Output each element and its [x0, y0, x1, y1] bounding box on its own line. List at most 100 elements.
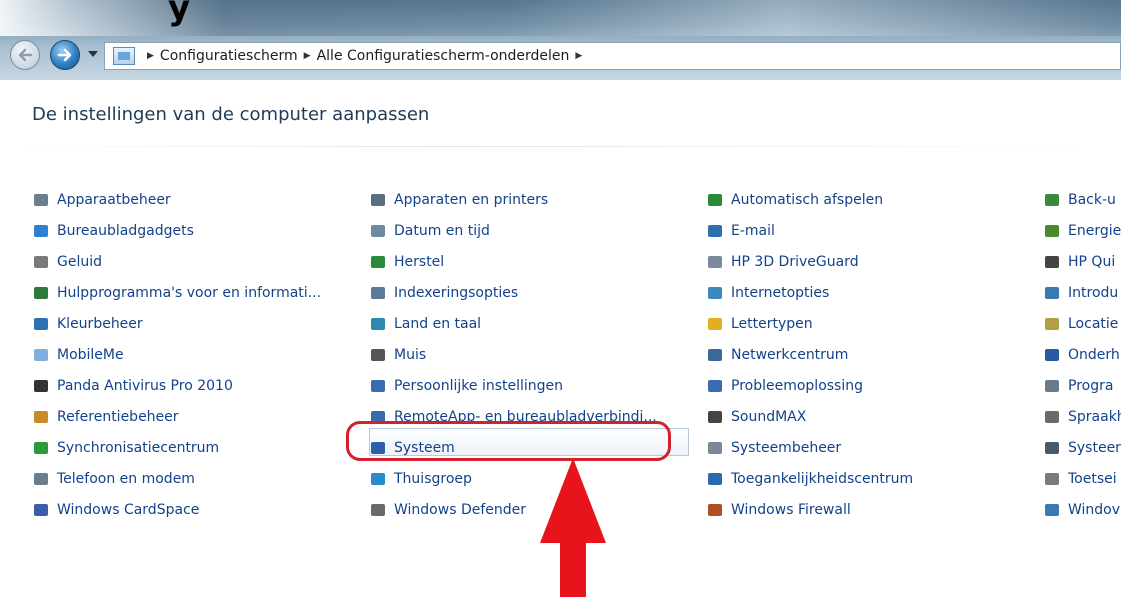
region-language-icon	[369, 316, 387, 332]
backup-icon	[1043, 192, 1061, 208]
control-panel-item[interactable]: Thuisgroep	[369, 463, 657, 494]
control-panel-item-label: Locatie	[1068, 315, 1119, 332]
control-panel-item-label: Toetsei	[1068, 470, 1117, 487]
control-panel-item[interactable]: Spraakh	[1043, 401, 1121, 432]
control-panel-item-label: Muis	[394, 346, 427, 363]
control-panel-item[interactable]: Synchronisatiecentrum	[32, 432, 321, 463]
control-panel-item[interactable]: Introdu	[1043, 277, 1121, 308]
recent-pages-dropdown[interactable]	[88, 51, 98, 57]
items-column-3: Automatisch afspelen E-mail HP 3D DriveGua…	[706, 184, 913, 525]
control-panel-item-label: Probleemoplossing	[731, 377, 863, 394]
items-column-1: Apparaatbeheer Bureaubladgadgets Geluid Hul…	[32, 184, 321, 525]
control-panel-item[interactable]: Systeembeheer	[706, 432, 913, 463]
location-icon	[1043, 316, 1061, 332]
control-panel-item[interactable]: Systeer	[1043, 432, 1121, 463]
control-panel-item-label: Datum en tijd	[394, 222, 490, 239]
control-panel-item-label: Telefoon en modem	[57, 470, 195, 487]
panda-icon	[32, 378, 50, 394]
email-icon	[706, 223, 724, 239]
control-panel-item-label: Thuisgroep	[394, 470, 472, 487]
control-panel-item[interactable]: Windov	[1043, 494, 1121, 525]
control-panel-item[interactable]: Telefoon en modem	[32, 463, 321, 494]
control-panel-item[interactable]: Muis	[369, 339, 657, 370]
getting-started-icon	[1043, 285, 1061, 301]
power-icon	[1043, 223, 1061, 239]
clock-icon	[369, 223, 387, 239]
page-title: De instellingen van de computer aanpasse…	[32, 104, 430, 125]
forward-button[interactable]	[50, 40, 80, 70]
chevron-right-icon[interactable]: ▶	[575, 51, 582, 61]
control-panel-item-label: Spraakh	[1068, 408, 1121, 425]
control-panel-item[interactable]: SoundMAX	[706, 401, 913, 432]
control-panel-item[interactable]: Energie	[1043, 215, 1121, 246]
control-panel-item[interactable]: Bureaubladgadgets	[32, 215, 321, 246]
programs-icon	[1043, 378, 1061, 394]
control-panel-item-label: Kleurbeheer	[57, 315, 143, 332]
defender-icon	[369, 502, 387, 518]
breadcrumb-all-items[interactable]: Alle Configuratiescherm-onderdelen	[317, 48, 570, 64]
keyboard-icon	[1043, 471, 1061, 487]
control-panel-item[interactable]: Progra	[1043, 370, 1121, 401]
fonts-icon	[706, 316, 724, 332]
control-panel-item-label: HP 3D DriveGuard	[731, 253, 859, 270]
troubleshooting-icon	[706, 378, 724, 394]
control-panel-item[interactable]: Panda Antivirus Pro 2010	[32, 370, 321, 401]
control-panel-item[interactable]: Toegankelijkheidscentrum	[706, 463, 913, 494]
control-panel-item-label: Energie	[1068, 222, 1121, 239]
control-panel-item[interactable]: Onderh	[1043, 339, 1121, 370]
address-bar[interactable]: ▶ Configuratiescherm ▶ Alle Configuratie…	[104, 42, 1121, 70]
indexing-icon	[369, 285, 387, 301]
control-panel-item[interactable]: HP 3D DriveGuard	[706, 246, 913, 277]
windows-update-icon	[1043, 502, 1061, 518]
control-panel-item[interactable]: Toetsei	[1043, 463, 1121, 494]
control-panel-item[interactable]: Herstel	[369, 246, 657, 277]
control-panel-item-label: Panda Antivirus Pro 2010	[57, 377, 233, 394]
breadcrumb-control-panel[interactable]: Configuratiescherm	[160, 48, 298, 64]
color-management-icon	[32, 316, 50, 332]
control-panel-item[interactable]: Land en taal	[369, 308, 657, 339]
control-panel-item[interactable]: Apparaten en printers	[369, 184, 657, 215]
control-panel-item[interactable]: Internetopties	[706, 277, 913, 308]
control-panel-item[interactable]: Apparaatbeheer	[32, 184, 321, 215]
control-panel-item-label: Indexeringsopties	[394, 284, 519, 301]
chevron-right-icon[interactable]: ▶	[304, 51, 311, 61]
control-panel-item[interactable]: Lettertypen	[706, 308, 913, 339]
personalization-icon	[369, 378, 387, 394]
control-panel-item-label: Systeer	[1068, 439, 1121, 456]
control-panel-item[interactable]: Indexeringsopties	[369, 277, 657, 308]
control-panel-item-label: Toegankelijkheidscentrum	[731, 470, 914, 487]
control-panel-item-label: Geluid	[57, 253, 103, 270]
internet-options-icon	[706, 285, 724, 301]
arrow-right-icon	[57, 48, 72, 62]
control-panel-item[interactable]: Netwerkcentrum	[706, 339, 913, 370]
control-panel-item[interactable]: Persoonlijke instellingen	[369, 370, 657, 401]
chevron-right-icon[interactable]: ▶	[147, 51, 154, 61]
arrow-left-icon	[18, 48, 33, 62]
mobileme-icon	[32, 347, 50, 363]
firewall-icon	[706, 502, 724, 518]
control-panel-item[interactable]: Geluid	[32, 246, 321, 277]
control-panel-item[interactable]: Hulpprogramma's voor en informati...	[32, 277, 321, 308]
control-panel-item-label: Introdu	[1068, 284, 1119, 301]
recovery-icon	[369, 254, 387, 270]
control-panel-item[interactable]: Locatie	[1043, 308, 1121, 339]
control-panel-item[interactable]: Back-u	[1043, 184, 1121, 215]
control-panel-item[interactable]: Windows Defender	[369, 494, 657, 525]
control-panel-item[interactable]: Datum en tijd	[369, 215, 657, 246]
control-panel-item[interactable]: Referentiebeheer	[32, 401, 321, 432]
items-column-4: Back-u Energie HP Qui Introdu Locatie Onderh P…	[1043, 184, 1121, 525]
control-panel-item[interactable]: Windows Firewall	[706, 494, 913, 525]
control-panel-icon	[113, 47, 135, 65]
control-panel-item[interactable]: E-mail	[706, 215, 913, 246]
back-button[interactable]	[10, 40, 40, 70]
performance-icon	[32, 285, 50, 301]
control-panel-item[interactable]: Kleurbeheer	[32, 308, 321, 339]
system-tray-icon	[1043, 440, 1061, 456]
control-panel-item-label: Lettertypen	[731, 315, 813, 332]
control-panel-item[interactable]: Probleemoplossing	[706, 370, 913, 401]
control-panel-item[interactable]: HP Qui	[1043, 246, 1121, 277]
control-panel-item[interactable]: Windows CardSpace	[32, 494, 321, 525]
control-panel-item[interactable]: MobileMe	[32, 339, 321, 370]
control-panel-item[interactable]: Automatisch afspelen	[706, 184, 913, 215]
control-panel-item-label: Back-u	[1068, 191, 1116, 208]
